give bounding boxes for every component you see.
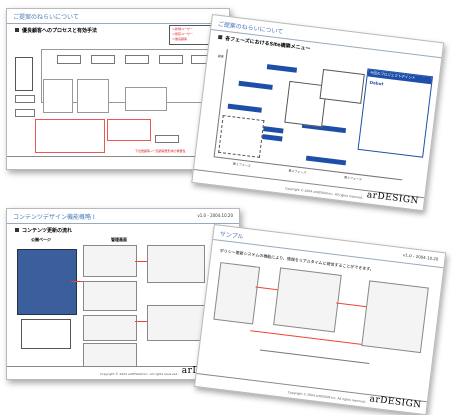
page-wireframe [361,280,429,354]
column-title: 管理画面 [111,237,127,242]
link-line [255,286,278,291]
axis-y-label: 顧客 [217,54,225,59]
page-wireframe [273,267,342,333]
page-wireframe [213,262,261,325]
copyright: Copyright © 2004 arDESIGN Inc. All right… [287,390,366,404]
slide-footer: Copyright © 2004 arDESIGN Inc. All right… [195,373,427,415]
menu-item [266,64,298,73]
feature-list-box [319,68,365,104]
flow-step [159,55,183,64]
admin-screen [147,245,205,283]
slide-title: コンテンツデザイン機能概略 I [13,214,95,221]
slide-title: ご提案のねらいについて [217,20,284,36]
detail-box [125,87,167,111]
slide-subtitle: 優良顧客へのプロセスと有効手法 [15,27,97,34]
legend-item: ＝既存ユーザー [172,32,193,36]
brand-logo: arDESIGN [366,190,420,207]
flow-arrow [71,281,83,282]
timeline-line [259,349,370,364]
slide-header: ご提案のねらいについて [7,9,229,24]
version-label: v1.0 - 2004.10.20 [402,252,439,262]
slide-header: コンテンツデザイン機能概略 I v1.0 - 2004.10.20 [7,209,239,224]
public-page-screenshot [17,249,77,315]
legend-item: ＝優良顧客 [172,37,188,41]
version-label: v1.0 - 2004.10.20 [197,213,233,218]
axis-x-label: 第１フェーズ [232,161,251,168]
slide-sample: サンプル v1.0 - 2004.10.20 ポリシー更新システムの機能により、… [194,224,447,415]
slide-subtitle: コンテンツ更新の流れ [15,227,72,234]
axis-x-label: 第３フェーズ [343,175,363,182]
flow-arrow [135,261,147,262]
flow-arrow [135,321,147,322]
copyright: Copyright © 2004 arDESIGN Inc. All right… [99,372,179,376]
detail-box [77,79,109,113]
slide-footer: Copyright © 2004 arDESIGN Inc. All right… [192,168,425,211]
flow-step [91,55,115,64]
flow-step [57,55,81,64]
flow-step [125,55,149,64]
flow-step [155,135,179,143]
slide-title: ご提案のねらいについて [13,14,79,21]
admin-screen [83,343,137,367]
project-point-item: Debut [369,79,384,87]
menu-item [260,133,283,142]
menu-item [238,80,273,90]
feature-list-box [218,115,265,158]
bottom-note: 下位層顧客→一定顧客層形成の重要性 [135,149,186,153]
link-line [250,330,362,345]
brand-logo: arDESIGN [368,394,423,411]
copyright: Copyright © 2004 arDESIGN Inc. All right… [284,186,364,200]
detail-box [43,79,73,113]
highlight-box [35,119,105,153]
admin-screen [147,305,205,341]
admin-screen [83,281,137,311]
slide-title: サンプル [219,230,244,241]
highlight-box [107,119,151,141]
public-page-detail [21,319,71,349]
menu-item [305,155,347,166]
row-label [15,95,35,103]
column-title: 公開ページ [31,237,51,242]
project-point-panel: 今回のプロジェクトポイント Debut [357,68,434,158]
left-note-box [15,57,33,91]
slide-phase-menu: ご提案のねらいについて 各フェーズにおけるSite構築メニュー 顧客 今回のプロ… [191,14,445,212]
admin-screen [83,315,137,341]
admin-screen [83,245,137,277]
menu-item [227,103,262,113]
menu-item [261,125,284,134]
link-line [336,302,367,308]
legend-item: ＝新規ユーザー [172,27,193,31]
axis-x-label: 第２フェーズ [288,168,307,175]
row-label [15,109,35,117]
